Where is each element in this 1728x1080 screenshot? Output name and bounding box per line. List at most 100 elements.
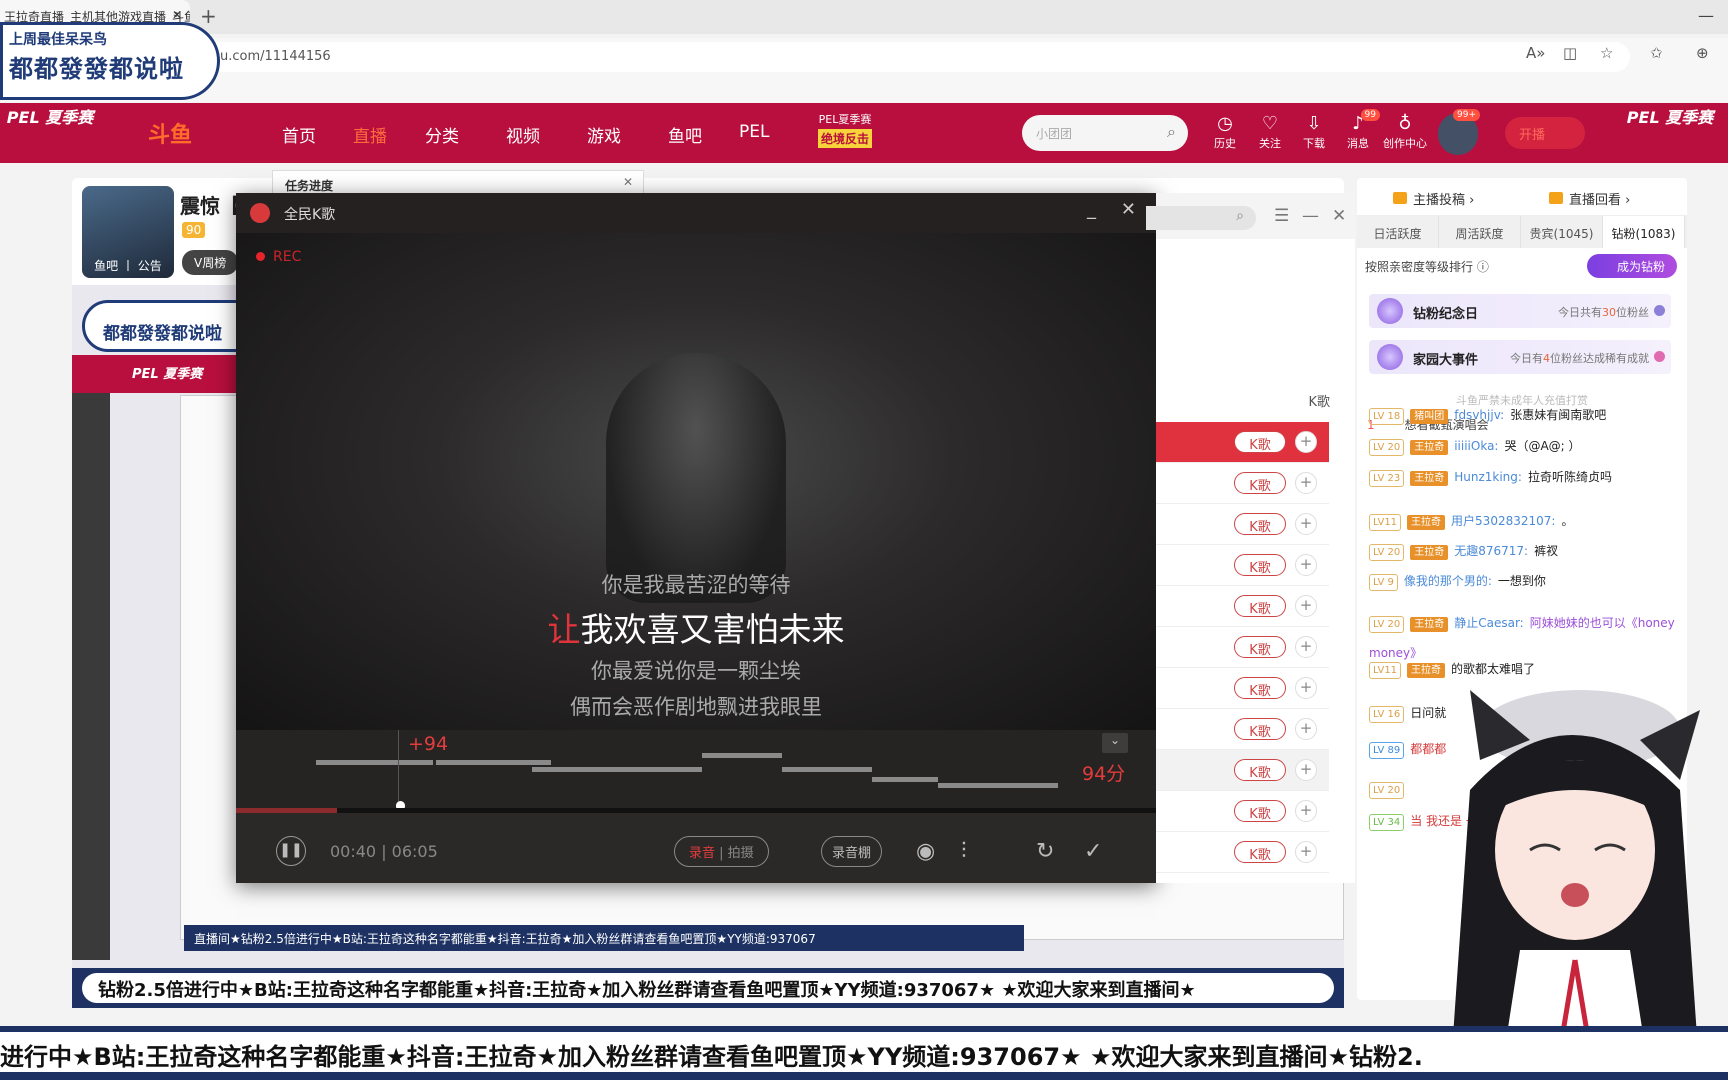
karaoke-minimize-button[interactable]: _: [1087, 199, 1096, 220]
tab-diamond-fans[interactable]: 钻粉(1083): [1603, 216, 1685, 248]
chat-username[interactable]: iiiiiOka:: [1454, 439, 1498, 453]
song-row[interactable]: K歌 +: [1156, 791, 1329, 832]
chat-username[interactable]: 静止Caesar:: [1454, 616, 1524, 630]
close-icon[interactable]: ✕: [1332, 206, 1346, 226]
pause-button[interactable]: ❚❚: [276, 836, 306, 866]
tab-weekly-activity[interactable]: 周活跃度: [1439, 216, 1521, 248]
start-live-button[interactable]: 开播: [1505, 117, 1585, 149]
k-song-button[interactable]: K歌: [1234, 554, 1286, 576]
event-home-events[interactable]: 家园大事件 今日有4位粉丝达成稀有成就: [1369, 340, 1671, 374]
repeat-icon[interactable]: ↻: [1036, 839, 1054, 864]
tab-vip[interactable]: 贵宾(1045): [1521, 216, 1603, 248]
song-search-icon[interactable]: ⌕: [1146, 206, 1256, 230]
follow-button[interactable]: ♡ 关注: [1250, 113, 1290, 151]
song-row[interactable]: K歌 +: [1156, 422, 1329, 463]
new-tab-button[interactable]: +: [200, 4, 217, 28]
k-song-button[interactable]: K歌: [1234, 759, 1286, 781]
k-song-button[interactable]: K歌: [1234, 431, 1286, 453]
pel-summer-link[interactable]: PEL夏季赛 绝境反击: [818, 111, 873, 148]
k-song-button[interactable]: K歌: [1234, 718, 1286, 740]
chat-username[interactable]: 用户5302832107:: [1451, 514, 1555, 528]
help-icon[interactable]: ⓘ: [1477, 260, 1489, 274]
download-button[interactable]: ⇩ 下载: [1294, 113, 1334, 151]
close-task-icon[interactable]: ✕: [623, 175, 633, 189]
song-row[interactable]: K歌 +: [1156, 586, 1329, 627]
add-song-button[interactable]: +: [1295, 718, 1317, 740]
live-replay-link[interactable]: 直播回看 ›: [1549, 189, 1630, 208]
search-icon[interactable]: ⌕: [1167, 122, 1176, 142]
nav-yuba[interactable]: 鱼吧: [668, 122, 702, 147]
become-diamond-fan-button[interactable]: 成为钻粉: [1587, 254, 1677, 278]
add-song-button[interactable]: +: [1295, 759, 1317, 781]
messages-button[interactable]: ♪ 消息 99: [1338, 109, 1380, 151]
song-row[interactable]: K歌 +: [1156, 750, 1329, 791]
anchor-avatar[interactable]: 鱼吧 丨 公告: [82, 186, 174, 278]
nav-pel[interactable]: PEL: [739, 122, 769, 142]
add-song-button[interactable]: +: [1295, 841, 1317, 863]
minimize-icon[interactable]: —: [1302, 206, 1319, 226]
karaoke-close-button[interactable]: ✕: [1121, 199, 1136, 220]
add-song-button[interactable]: +: [1295, 431, 1317, 453]
chat-username[interactable]: fdsvhjjv:: [1454, 408, 1504, 422]
add-song-button[interactable]: +: [1295, 513, 1317, 535]
history-button[interactable]: ◷ 历史: [1205, 113, 1245, 151]
favorites-icon[interactable]: ✩: [1650, 44, 1663, 62]
collapse-pitch-button[interactable]: ⌄: [1102, 733, 1128, 753]
add-song-button[interactable]: +: [1295, 472, 1317, 494]
song-row[interactable]: K歌 +: [1156, 668, 1329, 709]
k-song-button[interactable]: K歌: [1234, 841, 1286, 863]
k-song-button[interactable]: K歌: [1234, 636, 1286, 658]
add-song-button[interactable]: +: [1295, 554, 1317, 576]
close-tab-icon[interactable]: ✕: [172, 8, 182, 22]
record-mode-toggle[interactable]: 录音 | 拍摄: [674, 836, 769, 867]
pel-banner-right[interactable]: PEL 夏季赛: [1620, 107, 1720, 161]
avatar-links[interactable]: 鱼吧 丨 公告: [82, 257, 174, 274]
nav-category[interactable]: 分类: [425, 122, 459, 147]
collections-icon[interactable]: ⊕: [1696, 44, 1709, 62]
user-avatar[interactable]: 99+: [1438, 109, 1480, 155]
song-row[interactable]: K歌 +: [1156, 545, 1329, 586]
nav-live[interactable]: 直播: [353, 122, 387, 147]
k-song-button[interactable]: K歌: [1234, 513, 1286, 535]
event-diamond-anniversary[interactable]: 钻粉纪念日 今日共有30位粉丝: [1369, 294, 1671, 328]
creator-center-button[interactable]: ♁ 创作中心: [1380, 113, 1430, 151]
k-song-button[interactable]: K歌: [1234, 800, 1286, 822]
url-input[interactable]: u.com/11144156: [10, 42, 1630, 72]
v-week-rank-button[interactable]: V周榜: [182, 250, 239, 275]
split-screen-icon[interactable]: ◫: [1563, 44, 1577, 62]
song-row[interactable]: K歌 +: [1156, 627, 1329, 668]
song-row[interactable]: K歌 +: [1156, 832, 1329, 873]
search-input[interactable]: 小团团 ⌕: [1022, 115, 1188, 151]
add-song-button[interactable]: +: [1295, 595, 1317, 617]
pel-banner-left[interactable]: PEL 夏季赛: [0, 107, 100, 161]
k-song-button[interactable]: K歌: [1234, 677, 1286, 699]
song-row[interactable]: K歌 +: [1156, 463, 1329, 504]
tab-daily-activity[interactable]: 日活跃度: [1357, 216, 1439, 248]
add-favorite-icon[interactable]: ☆: [1600, 44, 1613, 62]
song-row[interactable]: K歌 +: [1156, 504, 1329, 545]
chat-username[interactable]: 无趣876717:: [1454, 544, 1528, 558]
add-song-button[interactable]: +: [1295, 677, 1317, 699]
read-aloud-icon[interactable]: A»: [1526, 44, 1545, 62]
mode-video[interactable]: 拍摄: [728, 846, 754, 861]
k-song-button[interactable]: K歌: [1234, 472, 1286, 494]
nav-home[interactable]: 首页: [282, 122, 316, 147]
equalizer-icon[interactable]: ⫶: [961, 839, 967, 864]
chat-username[interactable]: 像我的那个男的:: [1404, 574, 1492, 588]
finish-check-icon[interactable]: ✓: [1084, 839, 1102, 864]
nav-video[interactable]: 视频: [506, 122, 540, 147]
song-row[interactable]: K歌 +: [1156, 709, 1329, 750]
douyu-logo[interactable]: 斗鱼: [148, 117, 192, 149]
chat-username[interactable]: Hunz1king:: [1454, 470, 1522, 484]
karaoke-titlebar[interactable]: 全民K歌: [236, 193, 1156, 233]
menu-icon[interactable]: ☰: [1274, 206, 1289, 226]
add-song-button[interactable]: +: [1295, 636, 1317, 658]
add-song-button[interactable]: +: [1295, 800, 1317, 822]
studio-button[interactable]: 录音棚: [821, 836, 883, 867]
nav-games[interactable]: 游戏: [587, 122, 621, 147]
mode-record[interactable]: 录音: [689, 846, 715, 861]
window-minimize-button[interactable]: —: [1698, 6, 1714, 25]
anchor-contribute-link[interactable]: 主播投稿 ›: [1393, 189, 1474, 208]
tuning-icon[interactable]: ◉: [916, 839, 935, 864]
k-song-button[interactable]: K歌: [1234, 595, 1286, 617]
